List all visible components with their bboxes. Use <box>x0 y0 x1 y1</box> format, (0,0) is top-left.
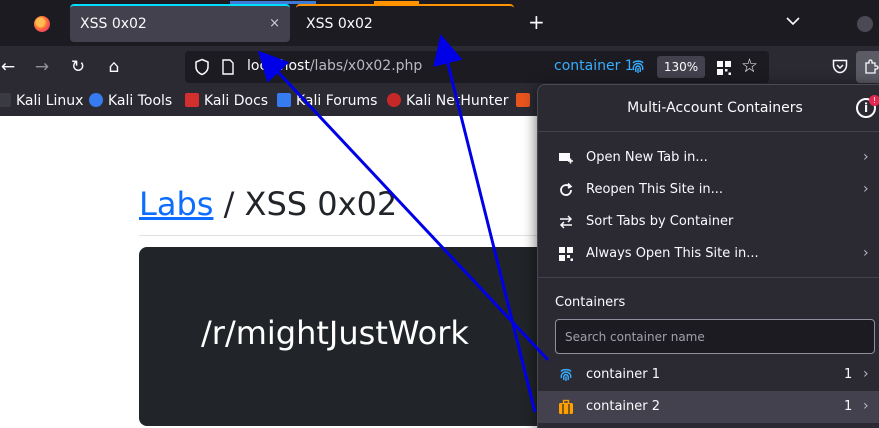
reopen-icon <box>558 182 574 198</box>
labs-breadcrumb-link[interactable]: Labs <box>139 185 213 223</box>
sort-icon <box>558 214 574 230</box>
containers-section-label: Containers <box>555 295 626 310</box>
chevron-down-icon[interactable] <box>786 14 800 28</box>
page-title: Labs / XSS 0x02 <box>139 185 397 223</box>
url-path: /labs/x0x02.php <box>309 58 423 74</box>
puzzle-icon <box>865 59 879 74</box>
kali-nethunter-icon <box>387 93 401 107</box>
url-bar[interactable]: localhost/labs/x0x02.php container 1 130… <box>185 51 769 83</box>
new-tab-icon <box>558 150 574 166</box>
container-row-container-1[interactable]: container 1 1 › <box>538 359 879 391</box>
container-row-container-2[interactable]: container 2 1 › <box>538 391 879 423</box>
bookmark-kali-tools[interactable]: Kali Tools <box>89 93 172 109</box>
page-info-icon[interactable] <box>221 59 235 75</box>
panel-title: Multi-Account Containers <box>627 100 803 116</box>
chevron-right-icon: › <box>863 245 869 261</box>
menu-label: Always Open This Site in... <box>586 246 759 261</box>
chevron-right-icon: › <box>863 149 869 165</box>
multi-account-containers-panel: Multi-Account Containers i ! Open New Ta… <box>537 84 879 428</box>
menu-always-open-this-site-in[interactable]: Always Open This Site in... › <box>538 238 879 270</box>
close-tab-icon[interactable]: × <box>269 6 280 42</box>
menu-label: Open New Tab in... <box>586 150 708 165</box>
tab-title: XSS 0x02 <box>80 16 147 32</box>
menu-label: Sort Tabs by Container <box>586 214 734 229</box>
extensions-button[interactable] <box>856 51 879 83</box>
chevron-right-icon: › <box>863 181 869 197</box>
shield-icon[interactable] <box>193 58 211 76</box>
tab-strip: XSS 0x02 × XSS 0x02 + <box>0 0 879 46</box>
fingerprint-icon[interactable] <box>630 58 646 76</box>
kali-tools-icon <box>89 93 103 107</box>
pocket-icon[interactable] <box>832 59 848 74</box>
container-search-input[interactable] <box>555 319 875 354</box>
container-tab-count: 1 <box>844 399 853 414</box>
page-title-text: / XSS 0x02 <box>213 185 398 223</box>
navigation-toolbar: ← → ↻ ⌂ localhost/labs/x0x02.php contain… <box>0 46 879 88</box>
new-tab-button[interactable]: + <box>528 12 545 32</box>
chevron-right-icon: › <box>863 366 869 382</box>
tab-xss-0x02-container[interactable]: XSS 0x02 <box>296 1 514 42</box>
bookmark-label: Kali Forums <box>296 93 378 109</box>
forward-button[interactable]: → <box>32 57 52 77</box>
bookmark-kali-forums[interactable]: Kali Forums <box>277 93 377 109</box>
bookmark-star-icon[interactable]: ☆ <box>741 56 758 76</box>
divider <box>538 131 879 132</box>
bookmark-label: Kali Docs <box>204 93 269 109</box>
back-button[interactable]: ← <box>0 57 18 77</box>
bookmark-kali-docs[interactable]: Kali Docs <box>185 93 268 109</box>
container-tab-count: 1 <box>844 367 853 382</box>
window-control-icon[interactable] <box>857 16 873 32</box>
firefox-view-icon[interactable] <box>34 16 50 32</box>
kali-forums-icon <box>277 93 291 107</box>
bookmark-label: Kali Tools <box>108 93 173 109</box>
menu-label: Reopen This Site in... <box>586 182 724 197</box>
zoom-level-button[interactable]: 130% <box>657 56 705 78</box>
bookmark-label: Kali Linux <box>16 93 84 109</box>
fingerprint-icon <box>558 367 574 383</box>
url-text[interactable]: localhost/labs/x0x02.php <box>247 58 422 74</box>
tab-title: XSS 0x02 <box>306 16 373 32</box>
url-host: localhost <box>247 58 310 74</box>
bookmark-label: Kali NetHunter <box>406 93 509 109</box>
title-divider <box>139 235 539 236</box>
result-card: /r/mightJustWork <box>139 247 559 426</box>
briefcase-icon <box>558 399 574 415</box>
home-button[interactable]: ⌂ <box>104 57 124 77</box>
result-text: /r/mightJustWork <box>201 314 469 352</box>
menu-reopen-this-site-in[interactable]: Reopen This Site in... › <box>538 174 879 206</box>
qr-code-icon[interactable] <box>717 60 731 75</box>
tab-xss-0x02-active[interactable]: XSS 0x02 × <box>70 1 316 42</box>
reload-button[interactable]: ↻ <box>68 57 88 77</box>
container-name: container 1 <box>586 367 661 382</box>
kali-dragon-icon <box>0 93 11 107</box>
bookmark-kali-linux[interactable]: Kali Linux <box>0 93 83 109</box>
container-name: container 2 <box>586 399 661 414</box>
bookmark-overflow[interactable] <box>516 93 535 109</box>
always-open-icon <box>558 246 574 262</box>
kali-docs-icon <box>185 93 199 107</box>
exploit-db-icon <box>516 93 530 107</box>
container-indicator-label[interactable]: container 1 <box>554 58 634 74</box>
chevron-right-icon: › <box>863 398 869 414</box>
divider <box>538 277 879 278</box>
menu-open-new-tab-in[interactable]: Open New Tab in... › <box>538 142 879 174</box>
notification-badge: ! <box>869 95 879 106</box>
bookmark-kali-nethunter[interactable]: Kali NetHunter <box>387 93 508 109</box>
menu-sort-tabs-by-container[interactable]: Sort Tabs by Container <box>538 206 879 238</box>
